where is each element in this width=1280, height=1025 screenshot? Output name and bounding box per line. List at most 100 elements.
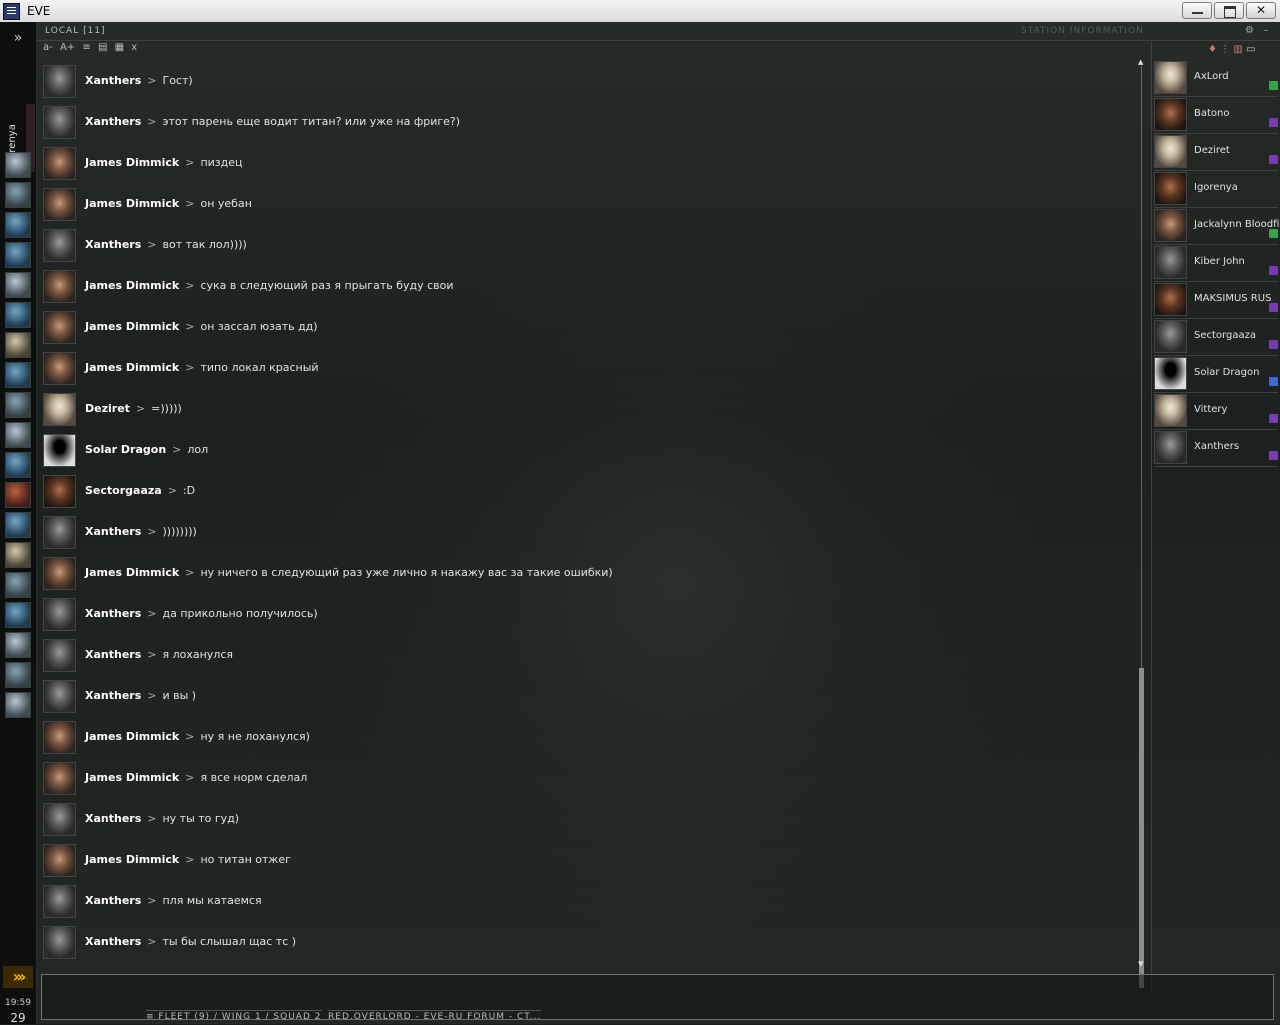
chat-header[interactable]: LOCAL [11] STATION INFORMATION ⚙ –: [37, 22, 1280, 41]
james-avatar[interactable]: [43, 188, 76, 221]
message-sender[interactable]: James Dimmick: [85, 361, 179, 374]
member-avatar[interactable]: [1154, 357, 1187, 390]
member-avatar[interactable]: [1154, 98, 1187, 131]
xanthers-avatar[interactable]: [43, 516, 76, 549]
xanthers-avatar[interactable]: [43, 926, 76, 959]
member-avatar[interactable]: [1154, 431, 1187, 464]
james-avatar[interactable]: [43, 721, 76, 754]
scroll-up-icon[interactable]: ▲: [1138, 58, 1143, 66]
message-sender[interactable]: Sectorgaaza: [85, 484, 162, 497]
silhouette-avatar[interactable]: [43, 434, 76, 467]
xanthers-avatar[interactable]: [43, 65, 76, 98]
message-sender[interactable]: James Dimmick: [85, 771, 179, 784]
member-avatar[interactable]: [1154, 246, 1187, 279]
assets-icon[interactable]: [5, 422, 31, 448]
close-button[interactable]: ✕: [1246, 2, 1276, 19]
member-list-item[interactable]: AxLord: [1154, 60, 1278, 97]
list-view-icon[interactable]: ≡: [82, 42, 90, 53]
font-smaller-button[interactable]: a-: [43, 42, 53, 53]
member-list-item[interactable]: MAKSIMUS RUS: [1154, 282, 1278, 319]
notepad-icon[interactable]: [5, 602, 31, 628]
message-sender[interactable]: James Dimmick: [85, 566, 179, 579]
people-places-icon[interactable]: [5, 182, 31, 208]
james-avatar[interactable]: [43, 311, 76, 344]
member-list-item[interactable]: Solar Dragon: [1154, 356, 1278, 393]
member-list-item[interactable]: Vittery: [1154, 393, 1278, 430]
member-list-controls[interactable]: ♦ ⋮ ▥ ▭: [1208, 44, 1255, 55]
message-sender[interactable]: Xanthers: [85, 648, 141, 661]
member-avatar[interactable]: [1154, 283, 1187, 316]
message-sender[interactable]: James Dimmick: [85, 197, 179, 210]
member-avatar[interactable]: [1154, 320, 1187, 353]
help-icon[interactable]: [5, 632, 31, 658]
chat-scrollbar[interactable]: ▲ ▼: [1138, 58, 1146, 988]
sectorgaaza-avatar[interactable]: [43, 475, 76, 508]
portrait-view-icon[interactable]: ▦: [115, 42, 124, 53]
starmap-icon[interactable]: [5, 392, 31, 418]
message-sender[interactable]: Xanthers: [85, 525, 141, 538]
calendar-icon[interactable]: [5, 242, 31, 268]
xanthers-avatar[interactable]: [43, 639, 76, 672]
tab-forum[interactable]: RED.OVERLORD - EVE-RU FORUM - CT...: [328, 1010, 542, 1022]
character-sheet-icon[interactable]: [5, 152, 31, 178]
message-sender[interactable]: Xanthers: [85, 894, 141, 907]
portrait-size-icon[interactable]: ▥: [1233, 44, 1242, 55]
member-list-item[interactable]: Deziret: [1154, 134, 1278, 171]
map-icon[interactable]: [5, 362, 31, 388]
message-sender[interactable]: James Dimmick: [85, 156, 179, 169]
market-icon[interactable]: [5, 302, 31, 328]
journal-icon[interactable]: [5, 542, 31, 568]
message-sender[interactable]: James Dimmick: [85, 853, 179, 866]
fittings-icon[interactable]: [5, 482, 31, 508]
member-avatar[interactable]: [1154, 135, 1187, 168]
xanthers-avatar[interactable]: [43, 803, 76, 836]
message-sender[interactable]: Xanthers: [85, 74, 141, 87]
font-larger-button[interactable]: A+: [60, 42, 75, 53]
fleet-icon[interactable]: [5, 572, 31, 598]
message-sender[interactable]: Solar Dragon: [85, 443, 166, 456]
xanthers-avatar[interactable]: [43, 598, 76, 631]
james-avatar[interactable]: [43, 270, 76, 303]
member-avatar[interactable]: [1154, 394, 1187, 427]
clear-chat-button[interactable]: x: [131, 42, 137, 53]
deziret-avatar[interactable]: [43, 393, 76, 426]
message-sender[interactable]: James Dimmick: [85, 320, 179, 333]
contracts-icon[interactable]: [5, 332, 31, 358]
skills-icon[interactable]: [5, 452, 31, 478]
chat-bubble-icon[interactable]: ▭: [1246, 44, 1255, 55]
settings-icon[interactable]: ⚙: [1245, 25, 1254, 36]
message-sender[interactable]: James Dimmick: [85, 730, 179, 743]
detail-view-icon[interactable]: ▤: [98, 42, 107, 53]
message-sender[interactable]: Deziret: [85, 402, 130, 415]
member-avatar[interactable]: [1154, 172, 1187, 205]
message-sender[interactable]: Xanthers: [85, 935, 141, 948]
james-avatar[interactable]: [43, 147, 76, 180]
neocom-expand-button[interactable]: »: [0, 28, 36, 48]
message-sender[interactable]: Xanthers: [85, 115, 141, 128]
minimize-button[interactable]: [1182, 2, 1212, 19]
scroll-thumb[interactable]: [1139, 668, 1144, 988]
xanthers-avatar[interactable]: [43, 885, 76, 918]
james-avatar[interactable]: [43, 844, 76, 877]
member-avatar[interactable]: [1154, 61, 1187, 94]
collapse-icon[interactable]: –: [1263, 25, 1268, 36]
member-filter-icon[interactable]: ⋮: [1220, 44, 1230, 55]
industry-icon[interactable]: [5, 662, 31, 688]
neocom-menu-arrows-icon[interactable]: ›››: [3, 966, 33, 988]
message-sender[interactable]: Xanthers: [85, 689, 141, 702]
member-list-item[interactable]: Batono: [1154, 97, 1278, 134]
james-avatar[interactable]: [43, 352, 76, 385]
james-avatar[interactable]: [43, 762, 76, 795]
xanthers-avatar[interactable]: [43, 680, 76, 713]
mail-icon[interactable]: [5, 212, 31, 238]
message-sender[interactable]: Xanthers: [85, 607, 141, 620]
message-sender[interactable]: Xanthers: [85, 812, 141, 825]
member-list-item[interactable]: Xanthers: [1154, 430, 1278, 467]
maximize-button[interactable]: [1214, 2, 1244, 19]
member-avatar[interactable]: [1154, 209, 1187, 242]
member-list-item[interactable]: Kiber John: [1154, 245, 1278, 282]
xanthers-avatar[interactable]: [43, 229, 76, 262]
scroll-down-icon[interactable]: ▼: [1138, 960, 1143, 968]
corporation-icon[interactable]: [5, 272, 31, 298]
member-list-item[interactable]: Igorenya: [1154, 171, 1278, 208]
